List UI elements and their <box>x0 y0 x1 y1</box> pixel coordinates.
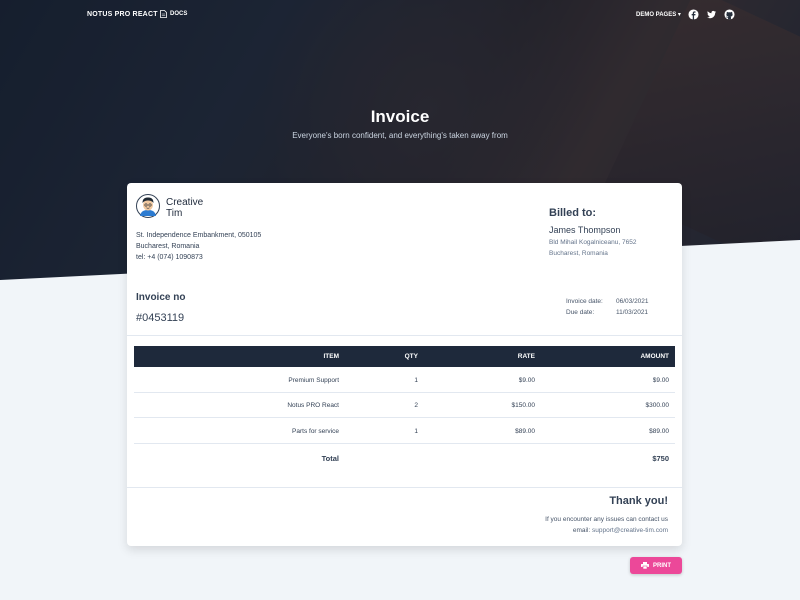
due-date-value: 11/03/2021 <box>616 309 649 316</box>
row-qty: 1 <box>414 377 418 384</box>
row-amount: $9.00 <box>652 377 669 384</box>
table-row: Parts for service 1 $89.00 $89.00 <box>134 419 675 444</box>
invoice-number: #0453119 <box>136 312 185 324</box>
invoice-date-value: 06/03/2021 <box>616 298 649 305</box>
docs-link[interactable]: DOCS <box>160 10 187 18</box>
brand-link[interactable]: NOTUS PRO REACT <box>87 11 158 18</box>
support-email-link[interactable]: support@creative-tim.com <box>592 527 668 534</box>
invoice-dates: Invoice date: 06/03/2021 Due date: 11/03… <box>566 296 649 318</box>
docs-label: DOCS <box>170 11 188 17</box>
header-item: ITEM <box>323 353 339 360</box>
total-value: $750 <box>652 454 669 463</box>
contact-info: If you encounter any issues can contact … <box>545 516 668 534</box>
row-rate: $89.00 <box>515 428 535 435</box>
document-icon <box>160 10 167 18</box>
divider <box>127 487 682 488</box>
divider <box>127 335 682 336</box>
company-avatar <box>136 194 160 218</box>
row-qty: 2 <box>414 402 418 409</box>
table-row: Premium Support 1 $9.00 $9.00 <box>134 368 675 393</box>
row-item: Premium Support <box>288 377 339 384</box>
facebook-icon[interactable] <box>688 9 699 20</box>
row-amount: $89.00 <box>649 428 669 435</box>
header-rate: RATE <box>517 353 535 360</box>
billed-to-address: Bld Mihail Kogalniceanu, 7652 Bucharest,… <box>549 239 637 257</box>
print-label: PRINT <box>653 562 671 569</box>
row-item: Notus PRO React <box>287 402 339 409</box>
printer-icon <box>641 562 649 569</box>
table-total-row: Total $750 <box>134 454 675 468</box>
page-subtitle: Everyone's born confident, and everythin… <box>292 131 508 140</box>
demo-pages-dropdown[interactable]: DEMO PAGES ▾ <box>636 11 681 18</box>
caret-down-icon: ▾ <box>677 12 681 18</box>
github-icon[interactable] <box>724 9 735 20</box>
page-title: Invoice <box>370 107 430 126</box>
print-button[interactable]: PRINT <box>630 557 682 574</box>
due-date-label: Due date: <box>566 309 595 316</box>
billed-to-title: Billed to: <box>549 207 597 219</box>
thank-you-heading: Thank you! <box>609 495 668 507</box>
billed-to-name: James Thompson <box>549 225 621 235</box>
table-header: ITEM QTY RATE AMOUNT <box>134 346 675 367</box>
invoice-date-label: Invoice date: <box>566 298 603 305</box>
company-address: St. Independence Embankment, 050105 Buch… <box>136 232 262 261</box>
row-rate: $9.00 <box>518 377 535 384</box>
row-amount: $300.00 <box>645 402 670 409</box>
top-navbar: NOTUS PRO REACT DOCS DEMO PAGES ▾ <box>0 0 800 30</box>
header-qty: QTY <box>404 353 418 360</box>
invoice-card: Creative Tim St. Independence Embankment… <box>127 183 682 546</box>
row-qty: 1 <box>414 428 418 435</box>
company-name: Creative Tim <box>166 197 204 219</box>
email-label: email: <box>572 527 591 534</box>
invoice-no-label: Invoice no <box>136 292 186 303</box>
total-label: Total <box>321 454 339 463</box>
twitter-icon[interactable] <box>706 9 717 20</box>
row-item: Parts for service <box>292 428 339 435</box>
table-row: Notus PRO React 2 $150.00 $300.00 <box>134 393 675 418</box>
header-amount: AMOUNT <box>640 353 669 360</box>
demo-pages-label: DEMO PAGES <box>636 12 677 18</box>
row-rate: $150.00 <box>511 402 536 409</box>
